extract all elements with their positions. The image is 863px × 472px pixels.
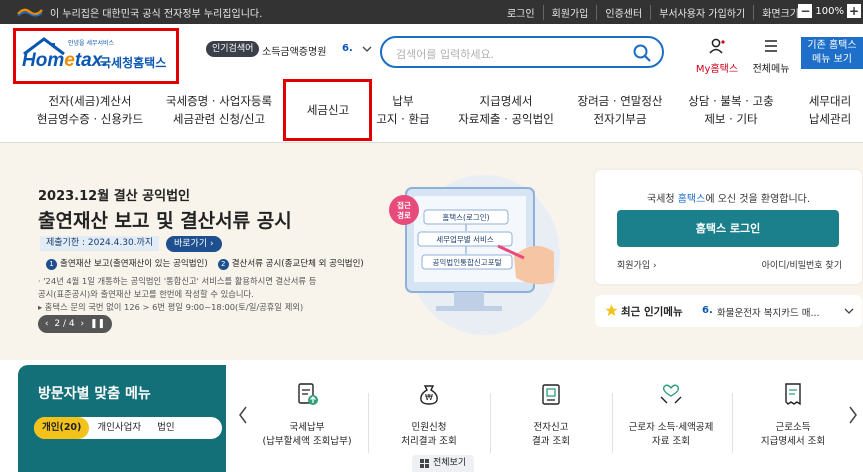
banner-note-1: · '24년 4월 1일 개통하는 공익법인 '통합신고' 서비스를 활용하시면…	[38, 276, 317, 286]
nav-payment-statements[interactable]: 지급명세서 자료제출 · 공익법인	[452, 92, 560, 128]
svg-text:₩: ₩	[425, 393, 433, 402]
banner-item-1: 1 출연재산 보고(출연재산이 있는 공익법인)	[46, 257, 208, 270]
popular-keyword-badge: 인기검색어	[206, 41, 260, 57]
recent-popular-menu[interactable]: 최근 인기메뉴 6. 화물운전자 복지카드 매...	[595, 295, 862, 327]
pager-pause-button[interactable]: ❚❚	[90, 315, 105, 333]
service-earned-income[interactable]: 근로소득 지급명세서 조회	[738, 381, 848, 449]
tax-filing-highlight-box	[283, 79, 372, 141]
banner-subtitle: 2023.12월 결산 공익법인	[38, 189, 190, 204]
illu-step-1: 홈택스(로그인)	[442, 212, 489, 222]
gov-notice: 이 누리집은 대한민국 공식 전자정부 누리집입니다.	[50, 9, 263, 20]
all-menu-label: 전체메뉴	[752, 64, 790, 75]
signup-link[interactable]: 회원가입	[542, 5, 597, 20]
nav-e-invoice[interactable]: 전자(세금)계산서 현금영수증 · 신용카드	[30, 92, 150, 128]
service-divider	[490, 393, 491, 453]
find-id-password-link[interactable]: 아이디/비밀번호 찾기	[762, 258, 842, 271]
banner-note-2: 공시(표준공시)와 출연재산 보고를 한번에 작성할 수 있습니다.	[38, 289, 254, 299]
illu-step-2: 세무업무별 서비스	[436, 234, 494, 244]
cert-center-link[interactable]: 인증센터	[596, 5, 650, 20]
popular-keyword[interactable]: 소득금액증명원	[262, 43, 326, 58]
view-all-label: 전체보기	[433, 458, 467, 468]
legacy-menu-line1: 기존 홈택스	[807, 40, 857, 51]
search-icon[interactable]	[632, 43, 652, 63]
main-nav: 전자(세금)계산서 현금영수증 · 신용카드 국세증명 · 사업자등록 세금관련 신…	[0, 86, 863, 138]
tab-individual[interactable]: 개인(20)	[34, 417, 90, 439]
illu-step-3: 공익법인통합신고포털	[433, 257, 502, 267]
zoom-value: 100%	[815, 5, 844, 17]
nav-consultation[interactable]: 상담 · 불복 · 고충 제보 · 기타	[678, 92, 784, 128]
visitor-menu-panel: 방문자별 맞춤 메뉴 개인(20) 개인사업자 법인	[18, 365, 226, 472]
money-bag-icon: ₩	[420, 385, 438, 405]
all-menu-button[interactable]: 전체메뉴	[748, 38, 794, 75]
logo-korean-name: 국세청홈택스	[100, 56, 167, 70]
service-divider	[368, 393, 369, 453]
visitor-menu-title: 방문자별 맞춤 메뉴	[38, 386, 151, 402]
logo-wordmark: Hometax.	[22, 50, 108, 71]
service-civil-request[interactable]: ₩ 민원신청 처리결과 조회	[374, 381, 484, 449]
tab-corporation[interactable]: 법인	[149, 417, 182, 439]
service-divider	[732, 393, 733, 453]
hometax-login-button[interactable]: 홈택스 로그인	[617, 210, 839, 247]
visitor-tabs: 개인(20) 개인사업자 법인	[34, 417, 222, 439]
login-link[interactable]: 로그인	[499, 5, 543, 20]
handshake-icon	[660, 384, 682, 404]
banner-title: 출연재산 보고 및 결산서류 공시	[38, 210, 292, 232]
nav-tax-agent[interactable]: 세무대리 납세관리	[796, 92, 863, 128]
search-box[interactable]: 검색어를 입력하세요.	[380, 36, 664, 68]
search-input[interactable]: 검색어를 입력하세요.	[396, 46, 494, 62]
popular-menu-text[interactable]: 화물운전자 복지카드 매...	[717, 305, 820, 319]
chevron-down-icon[interactable]	[844, 306, 854, 316]
nav-tax-certificates[interactable]: 국세증명 · 사업자등록 세금관련 신청/신고	[158, 92, 280, 128]
zoom-in-button[interactable]: +	[847, 4, 861, 18]
legacy-menu-line2: 메뉴 보기	[812, 54, 852, 65]
service-worker-deduction[interactable]: 근로자 소득·세액공제 자료 조회	[616, 381, 726, 449]
popular-keyword-rank: 6.	[342, 43, 353, 54]
korea-flag-icon	[17, 8, 43, 17]
tab-sole-proprietor[interactable]: 개인사업자	[89, 417, 149, 439]
pager-count: 2 / 4	[54, 319, 75, 329]
illu-badge-line1: 접근	[397, 200, 411, 210]
user-icon	[709, 38, 725, 54]
banner-items: 1 출연재산 보고(출연재산이 있는 공익법인) 2 결산서류 공시(종교단체 외 …	[46, 257, 364, 270]
logo-tagline: 안녕을 세무서비스	[68, 40, 115, 47]
nav-payment[interactable]: 납부 고지 · 환급	[372, 92, 434, 128]
receipt-icon	[785, 383, 801, 406]
chevron-right-icon[interactable]	[848, 405, 858, 425]
zoom-out-button[interactable]: −	[798, 4, 813, 18]
goto-button[interactable]: 바로가기 ›	[166, 236, 222, 252]
pager-next-button[interactable]: ›	[80, 315, 84, 333]
illu-badge-line2: 경로	[397, 210, 411, 220]
service-tax-payment[interactable]: 국세납부 (납부할세액 조회납부)	[252, 381, 362, 449]
welcome-text: 국세청 홈택스에 오신 것을 환영합니다.	[646, 194, 811, 205]
hamburger-icon	[765, 40, 777, 52]
my-hometax-button[interactable]: My홈택스	[694, 38, 740, 75]
popular-menu-title: 최근 인기메뉴	[621, 306, 683, 318]
report-doc-icon	[542, 384, 560, 405]
banner-pager: ‹ 2 / 4 › ❚❚	[38, 315, 112, 333]
document-upload-icon	[298, 383, 318, 405]
star-icon	[605, 304, 618, 316]
my-hometax-label: My홈택스	[695, 64, 739, 75]
banner-note-3: ▸ 홈택스 문의 국번 없이 126 > 6번 평일 9:00~18:00(토/…	[38, 302, 304, 312]
banner-item-2: 2 결산서류 공시(종교단체 외 공익법인)	[217, 257, 364, 270]
service-e-filing-result[interactable]: 전자신고 결과 조회	[496, 381, 606, 449]
signup-link-card[interactable]: 회원가입 ›	[617, 258, 657, 271]
service-strip: 국세납부 (납부할세액 조회납부) ₩ 민원신청 처리결과 조회 전자신고 결과 조회…	[226, 365, 863, 472]
chevron-left-icon[interactable]	[238, 405, 248, 425]
zoom-control: − 100% +	[798, 4, 861, 18]
popular-menu-rank: 6.	[702, 305, 713, 316]
dept-user-signup-link[interactable]: 부서사용자 가입하기	[650, 5, 753, 20]
service-divider	[612, 393, 613, 453]
nav-incentives[interactable]: 장려금 · 연말정산 전자기부금	[566, 92, 674, 128]
view-all-button[interactable]: 전체보기	[412, 455, 475, 472]
legacy-menu-button[interactable]: 기존 홈택스 메뉴 보기	[801, 37, 863, 69]
grid-icon	[420, 459, 429, 468]
chevron-down-icon[interactable]	[362, 44, 372, 54]
access-path-illustration: 홈택스(로그인) 세무업무별 서비스 공익법인통합신고포털 접근 경로	[389, 175, 560, 335]
login-card: 국세청 홈택스에 오신 것을 환영합니다. 홈택스 로그인 회원가입 › 아이디…	[595, 170, 862, 284]
gov-bar: 이 누리집은 대한민국 공식 전자정부 누리집입니다. 로그인 회원가입 인증센…	[0, 0, 863, 24]
pager-prev-button[interactable]: ‹	[45, 315, 49, 333]
utility-links: 로그인 회원가입 인증센터 부서사용자 가입하기 화면크기	[499, 5, 807, 20]
deadline-badge: 제출기한 : 2024.4.30.까지	[40, 236, 160, 251]
